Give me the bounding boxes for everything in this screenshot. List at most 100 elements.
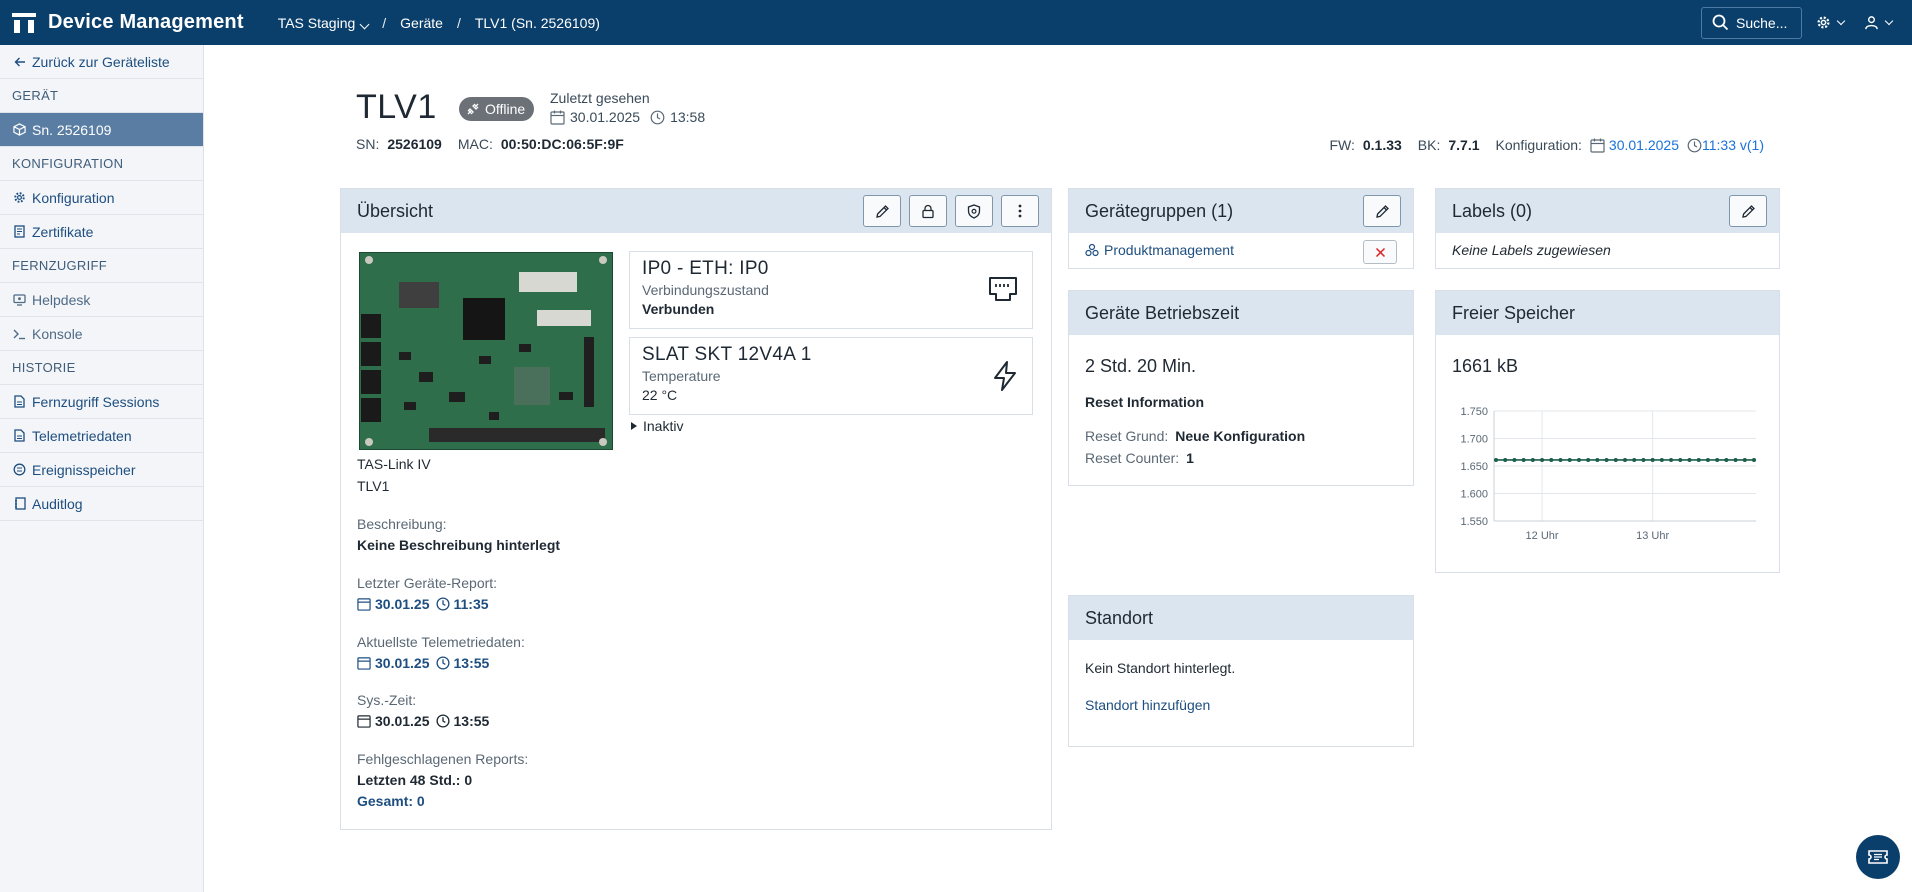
data-point — [1724, 457, 1729, 462]
sidebar-item-label: Helpdesk — [32, 291, 91, 308]
last-seen-label: Zuletzt gesehen — [550, 90, 650, 106]
user-menu[interactable] — [1864, 15, 1894, 30]
sidebar-item-label: Ereignisspeicher — [32, 461, 136, 478]
more-button[interactable] — [1001, 195, 1039, 227]
description-label: Beschreibung: — [357, 516, 447, 532]
telemetry-date: 30.01.25 — [375, 655, 430, 671]
clock-icon — [650, 110, 665, 124]
edit-groups-button[interactable] — [1363, 195, 1401, 227]
reset-counter: Reset Counter: 1 — [1085, 450, 1194, 466]
reset-reason: Reset Grund: Neue Konfiguration — [1085, 428, 1305, 444]
labels-empty: Keine Labels zugewiesen — [1452, 242, 1611, 258]
user-icon — [1865, 16, 1878, 30]
data-point — [1494, 457, 1498, 462]
search-button-label: Suche... — [1736, 14, 1788, 31]
sidebar-item-label: Auditlog — [32, 495, 83, 512]
sidebar-item-sessions[interactable]: Fernzugriff Sessions — [0, 385, 203, 419]
group-item[interactable]: Produktmanagement — [1085, 242, 1234, 258]
logo-icon — [12, 12, 36, 33]
device-model: TAS-Link IV — [357, 456, 431, 472]
sidebar-item-konfiguration[interactable]: Konfiguration — [0, 181, 203, 215]
sidebar-item-telemetrie[interactable]: Telemetriedaten — [0, 419, 203, 453]
sidebar-item-ereignis[interactable]: Ereignisspeicher — [0, 453, 203, 487]
lock-button[interactable] — [909, 195, 947, 227]
systime-value: 30.01.25 13:55 — [357, 713, 489, 729]
calendar-icon — [357, 598, 371, 611]
data-point — [1512, 457, 1517, 462]
device-image — [358, 251, 614, 451]
lock-icon — [922, 204, 934, 218]
io-card-title: IP0 - ETH: IP0 — [642, 258, 769, 279]
search-button[interactable]: Suche... — [1701, 6, 1802, 39]
terminal-icon — [13, 327, 26, 340]
sidebar-item-zertifikate[interactable]: Zertifikate — [0, 215, 203, 249]
last-seen-time: 13:58 — [670, 109, 706, 125]
sidebar-item-helpdesk[interactable]: Helpdesk — [0, 283, 203, 317]
data-point — [1687, 457, 1692, 462]
uptime-card: Geräte Betriebszeit 2 Std. 20 Min. Reset… — [1068, 290, 1414, 486]
device-groups-header: Gerätegruppen (1) — [1069, 189, 1413, 233]
breadcrumb: TAS Staging / Geräte / TLV1 (Sn. 2526109… — [278, 15, 600, 31]
app-title[interactable]: Device Management — [48, 11, 244, 34]
cube-icon — [13, 123, 26, 136]
sidebar-back-link[interactable]: Zurück zur Geräteliste — [0, 45, 203, 79]
plug-disconnected-icon — [467, 103, 479, 115]
support-button[interactable] — [1856, 835, 1900, 879]
io-card-value: 22 °C — [642, 387, 678, 403]
audit-log-icon — [13, 497, 26, 510]
edit-button[interactable] — [863, 195, 901, 227]
description-value: Keine Beschreibung hinterlegt — [357, 537, 561, 553]
pencil-icon — [875, 204, 889, 218]
mac-value: 00:50:DC:06:5F:9F — [500, 136, 624, 152]
breadcrumb-devices[interactable]: Geräte — [400, 15, 443, 31]
mac-label: MAC: — [457, 136, 493, 152]
app-logo[interactable] — [12, 11, 36, 35]
search-icon — [1712, 14, 1729, 31]
settings-menu[interactable] — [1816, 15, 1846, 30]
clock-icon — [1687, 138, 1702, 152]
fw-value: 0.1.33 — [1362, 137, 1402, 153]
last-report-label: Letzter Geräte-Report: — [357, 575, 498, 591]
edit-labels-button[interactable] — [1729, 195, 1767, 227]
sidebar-item-konsole[interactable]: Konsole — [0, 317, 203, 351]
sidebar-section-fernzugriff: FERNZUGRIFF — [0, 249, 203, 283]
inactive-toggle[interactable]: Inaktiv — [629, 418, 683, 434]
io-card-value: Verbunden — [642, 301, 715, 317]
overview-title: Übersicht — [357, 200, 434, 221]
data-point — [1678, 457, 1683, 462]
top-bar: Device Management TAS Staging / Geräte /… — [0, 0, 1912, 45]
memory-header: Freier Speicher — [1436, 291, 1779, 335]
overview-card: Übersicht TAS-Link IV TLV1 Beschreibung:… — [340, 188, 1052, 830]
config-date: 30.01.2025 — [1608, 137, 1679, 153]
uptime-value: 2 Std. 20 Min. — [1085, 356, 1197, 376]
more-vertical-icon — [1018, 204, 1022, 218]
reset-info-heading: Reset Information — [1085, 394, 1205, 410]
data-point — [1752, 457, 1756, 462]
security-button[interactable] — [955, 195, 993, 227]
data-point — [1733, 457, 1738, 462]
telemetry-time: 13:55 — [453, 655, 490, 671]
data-point — [1540, 457, 1545, 462]
calendar-icon — [550, 110, 565, 125]
systime-label: Sys.-Zeit: — [357, 692, 417, 708]
sidebar-back-label: Zurück zur Geräteliste — [32, 53, 170, 70]
sidebar-item-auditlog[interactable]: Auditlog — [0, 487, 203, 521]
breadcrumb-project[interactable]: TAS Staging — [278, 15, 370, 31]
remove-group-button[interactable] — [1363, 240, 1397, 264]
sidebar-section-historie: HISTORIE — [0, 351, 203, 385]
clock-icon — [435, 656, 450, 670]
config-label: Konfiguration: — [1495, 137, 1582, 153]
data-point — [1503, 457, 1508, 462]
data-point — [1650, 457, 1655, 462]
data-point — [1549, 457, 1554, 462]
telemetry-value: 30.01.25 13:55 — [357, 655, 489, 671]
chevron-down-icon — [359, 19, 370, 29]
breadcrumb-current: TLV1 (Sn. 2526109) — [474, 14, 600, 31]
data-point — [1669, 457, 1674, 462]
add-location-link[interactable]: Standort hinzufügen — [1085, 697, 1210, 713]
config-link[interactable]: 30.01.2025 11:33 v(1) — [1582, 137, 1764, 153]
data-point — [1623, 457, 1627, 462]
data-point — [1613, 457, 1618, 462]
failed-reports-total: Gesamt: 0 — [357, 793, 425, 809]
sidebar-item-device[interactable]: Sn. 2526109 — [0, 113, 203, 147]
